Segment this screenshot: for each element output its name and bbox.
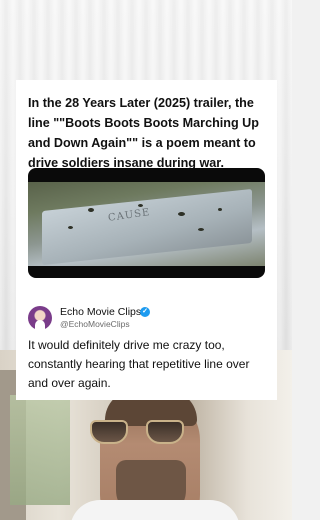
post-author[interactable]: Echo Movie Clips ✓ @EchoMovieClips (28, 306, 268, 330)
background-window (10, 395, 70, 505)
post-headline: In the 28 Years Later (2025) trailer, th… (28, 96, 259, 170)
tweet-card[interactable]: In the 28 Years Later (2025) trailer, th… (16, 80, 277, 400)
left-lens (90, 420, 128, 444)
author-name[interactable]: Echo Movie Clips (60, 306, 141, 318)
right-lens (146, 420, 184, 444)
author-handle[interactable]: @EchoMovieClips (60, 319, 130, 329)
dirt-speck (218, 208, 222, 211)
dirt-speck (178, 212, 185, 216)
dirt-speck (198, 228, 204, 231)
dirt-speck (88, 208, 94, 212)
post-body: It would definitely drive me crazy too, … (28, 338, 250, 390)
verified-badge-icon: ✓ (140, 307, 150, 317)
dirt-speck (138, 204, 143, 207)
person-shirt (70, 500, 240, 520)
avatar[interactable] (28, 306, 52, 330)
dirt-speck (68, 226, 73, 229)
post-media[interactable]: CAUSE (28, 168, 265, 278)
